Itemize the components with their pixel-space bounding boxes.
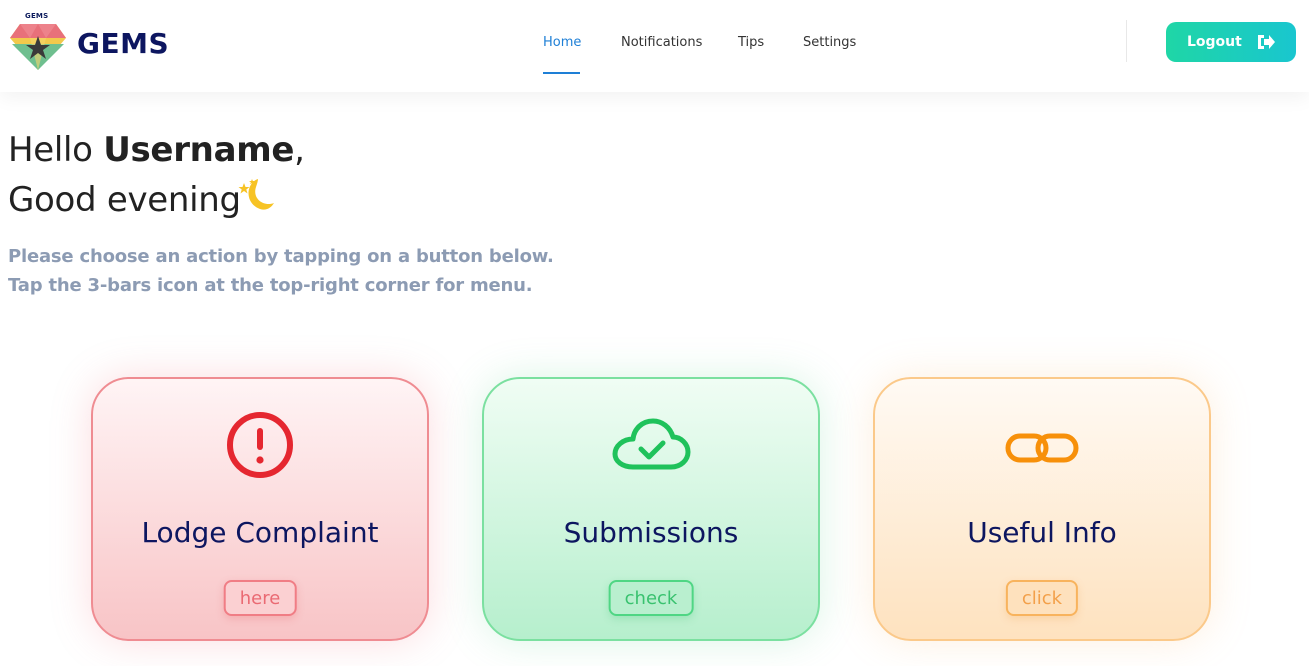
logout-button[interactable]: Logout xyxy=(1166,22,1296,62)
submissions-check-button[interactable]: check xyxy=(608,580,694,616)
header-divider xyxy=(1126,20,1127,62)
nav-settings[interactable]: Settings xyxy=(803,35,856,50)
hello-prefix: Hello xyxy=(8,130,104,170)
hello-suffix: , xyxy=(294,130,305,170)
cloud-check-icon xyxy=(612,418,691,470)
instruction-line-1: Please choose an action by tapping on a … xyxy=(8,246,554,267)
lodge-complaint-here-button[interactable]: here xyxy=(223,580,297,616)
card-submissions[interactable]: Submissions check xyxy=(482,377,820,641)
username: Username xyxy=(103,130,295,170)
sign-out-icon xyxy=(1258,35,1275,49)
card-lodge-complaint[interactable]: Lodge Complaint here xyxy=(91,377,429,641)
logo-tag: GEMS xyxy=(25,12,49,20)
diamond-logo-icon xyxy=(10,24,66,70)
useful-info-click-button[interactable]: click xyxy=(1005,580,1079,616)
card-title: Useful Info xyxy=(967,516,1117,549)
card-title: Submissions xyxy=(563,516,739,549)
card-useful-info[interactable]: Useful Info click xyxy=(873,377,1211,641)
card-title: Lodge Complaint xyxy=(141,516,379,549)
nav-notifications[interactable]: Notifications xyxy=(621,35,702,50)
top-navbar: GEMS GEMS Home Notifications Tips Settin… xyxy=(0,0,1309,92)
logout-label: Logout xyxy=(1187,34,1242,50)
greeting-hello: Hello Username, xyxy=(8,130,305,170)
gems-logo[interactable]: GEMS xyxy=(8,12,68,72)
nav-tips[interactable]: Tips xyxy=(738,35,764,50)
brand-name: GEMS xyxy=(77,27,170,60)
crescent-moon-icon xyxy=(238,179,274,210)
instruction-line-2: Tap the 3-bars icon at the top-right cor… xyxy=(8,275,533,296)
active-nav-indicator xyxy=(543,72,580,74)
nav-home[interactable]: Home xyxy=(543,35,581,50)
exclamation-circle-icon xyxy=(227,412,293,478)
link-icon xyxy=(1005,433,1079,463)
greeting-time-of-day: Good evening xyxy=(8,180,241,220)
